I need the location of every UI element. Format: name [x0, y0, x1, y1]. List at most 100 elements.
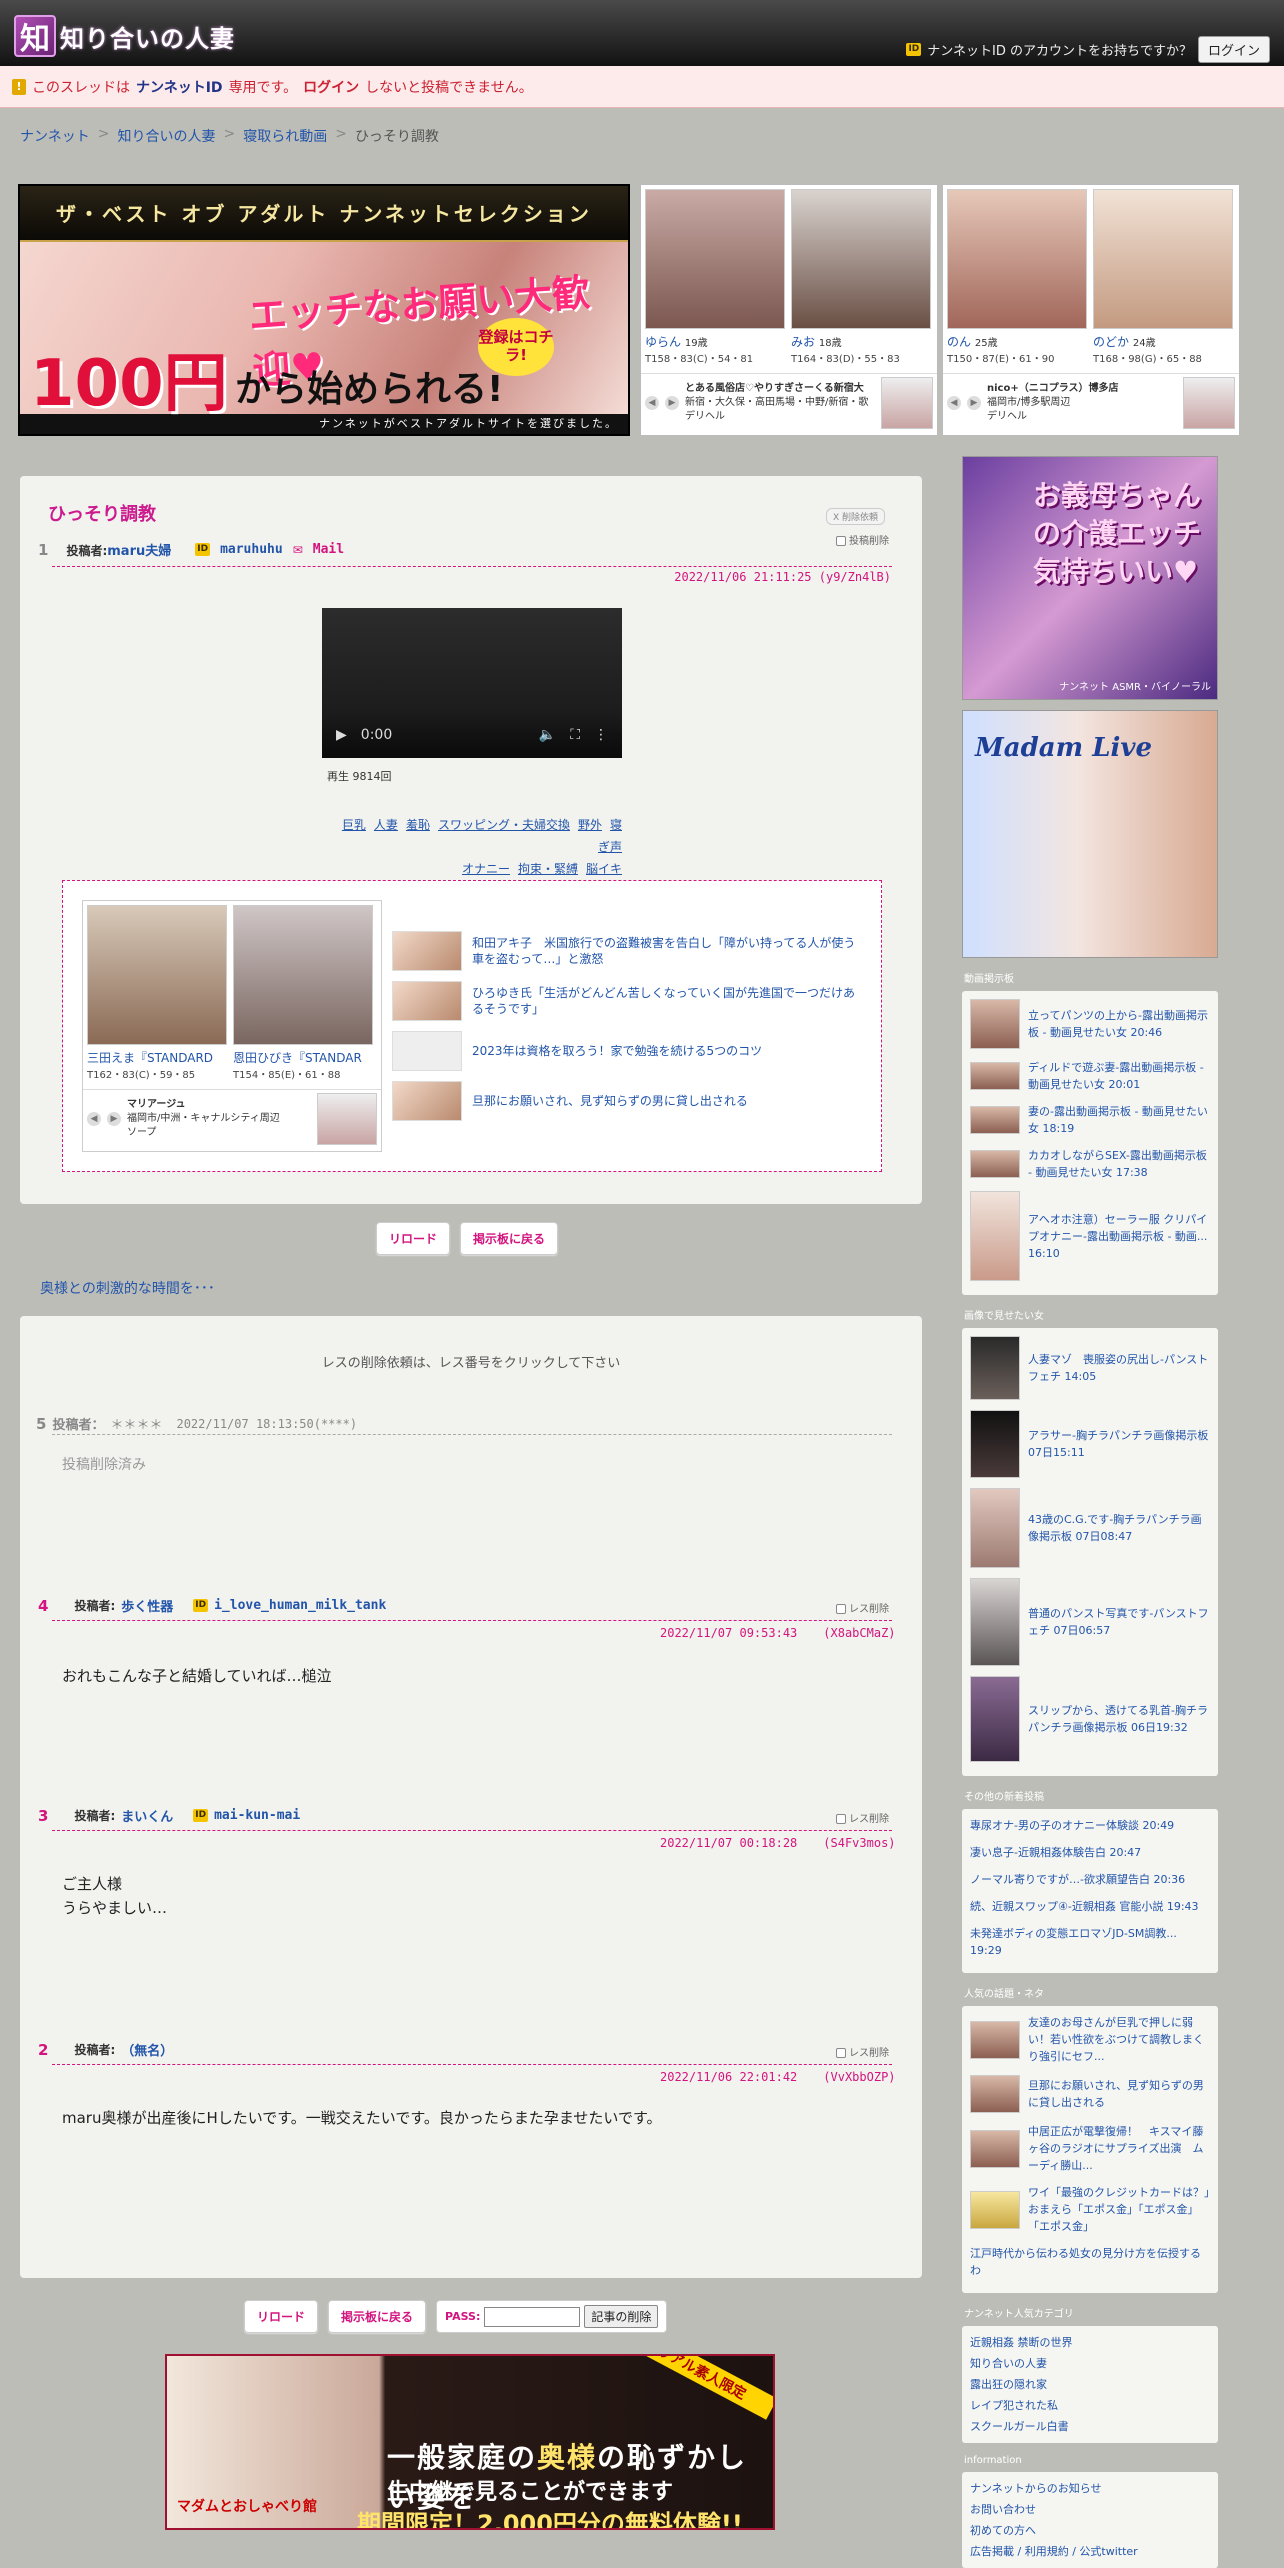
info-link[interactable]: ナンネットからのお知らせ	[970, 2480, 1210, 2497]
fullscreen-icon[interactable]: ⛶	[570, 727, 580, 743]
image-item[interactable]: アラサー-胸チラパンチラ画像掲示板 07日15:11	[970, 1410, 1210, 1478]
shop-info[interactable]: ◀ ▶ nico+（ニコプラス）博多店 福岡市/博多駅周辺 デリヘル	[943, 373, 1239, 431]
notice-login-link[interactable]: ログイン	[303, 77, 359, 97]
author-name[interactable]: 歩く性器	[121, 1596, 173, 1615]
topic-link[interactable]: 江戸時代から伝わる処女の見分け方を伝授するわ	[970, 2245, 1210, 2279]
video-item[interactable]: 立ってパンツの上から-露出動画掲示板 - 動画見せたい女 20:46	[970, 999, 1210, 1049]
reply-number[interactable]: 3	[38, 1807, 48, 1825]
category-link[interactable]: レイプ犯された私	[970, 2397, 1210, 2414]
girl-card[interactable]: ゆらん 19歳 T158・83(C)・54・81	[645, 189, 785, 365]
author-name[interactable]: まいくん	[121, 1806, 173, 1825]
new-post-link[interactable]: 專尿オナ-男の子のオナニー体験談 20:49	[970, 1817, 1210, 1834]
post-number[interactable]: 1	[38, 541, 48, 559]
info-link[interactable]: お問い合わせ	[970, 2501, 1210, 2518]
image-item[interactable]: 普通のパンスト写真です-パンストフェチ 07日06:57	[970, 1578, 1210, 1666]
news-item[interactable]: 和田アキ子 米国旅行での盗難被害を告白し「障がい持ってる人が使う車を盗むって…」…	[392, 928, 862, 974]
category-link[interactable]: スクールガール白書	[970, 2418, 1210, 2435]
info-link[interactable]: 広告掲載 / 利用規約 / 公式twitter	[970, 2543, 1210, 2560]
girl-card[interactable]: 恩田ひびき『STANDAR T154・85(E)・61・88	[233, 905, 373, 1081]
girl-card[interactable]: のどか 24歳 T168・98(G)・65・88	[1093, 189, 1233, 365]
topic-item[interactable]: 旦那にお願いされ、見ず知らずの男に貸し出される	[970, 2075, 1210, 2113]
tag-link[interactable]: 巨乳	[342, 818, 366, 832]
tag-link[interactable]: 脳イキ	[586, 862, 622, 876]
tag-link[interactable]: スワッピング・夫婦交換	[438, 818, 570, 832]
back-to-board-button[interactable]: 掲示板に戻る	[328, 2300, 427, 2333]
mail-link[interactable]: Mail	[313, 542, 344, 557]
image-item[interactable]: 人妻マゾ 喪服姿の尻出し-パンストフェチ 14:05	[970, 1336, 1210, 1400]
author-id[interactable]: maruhuhu	[220, 542, 283, 557]
tag-link[interactable]: 人妻	[374, 818, 398, 832]
reply-delete-checkbox[interactable]: レス削除	[836, 1810, 889, 1825]
shop-ad-inline[interactable]: 三田えま『STANDARD T162・83(C)・59・85 恩田ひびき『STA…	[82, 900, 382, 1152]
new-post-link[interactable]: 未発達ボディの変態エロマゾJD-SM調教... 19:29	[970, 1925, 1210, 1959]
girl-card[interactable]: 三田えま『STANDARD T162・83(C)・59・85	[87, 905, 227, 1081]
prev-arrow-icon[interactable]: ◀	[947, 395, 961, 410]
new-post-link[interactable]: 続、近親スワップ④-近親相姦 官能小説 19:43	[970, 1898, 1210, 1915]
sidebar-banner-asmr[interactable]: お義母ちゃんの介護エッチ気持ちいい♥ ナンネット ASMR・バイノーラル	[962, 456, 1218, 700]
breadcrumb-item[interactable]: 寝取られ動画	[243, 126, 327, 146]
x-share-button[interactable]: X 削除依頼	[826, 508, 886, 525]
girl-card[interactable]: みお 18歳 T164・83(D)・55・83	[791, 189, 931, 365]
promo-link[interactable]: 奥様との刺激的な時間を･･･	[40, 1278, 215, 1298]
new-post-link[interactable]: 凄い息子-近親相姦体験告白 20:47	[970, 1844, 1210, 1861]
pass-input[interactable]	[484, 2306, 581, 2327]
reply-date: 2022/11/07 09:53:43 (X8abCMaZ)	[660, 1626, 896, 1640]
breadcrumb-item[interactable]: ナンネット	[20, 126, 90, 146]
info-link[interactable]: 初めての方へ	[970, 2522, 1210, 2539]
shop-ad-left[interactable]: ゆらん 19歳 T158・83(C)・54・81 みお 18歳 T164・83(…	[640, 184, 938, 436]
video-player[interactable]: ▶ 0:00 🔈 ⛶ ⋮	[322, 608, 622, 758]
next-arrow-icon[interactable]: ▶	[107, 1111, 121, 1126]
author-id[interactable]: i_love_human_milk_tank	[214, 1598, 386, 1613]
play-icon[interactable]: ▶	[336, 727, 347, 743]
video-item[interactable]: 妻の-露出動画掲示板 - 動画見せたい女 18:19	[970, 1103, 1210, 1137]
bottom-ad-banner[interactable]: リアル素人限定 一般家庭の奥様の恥ずかしい姿を 生中継で見ることができます 期間…	[165, 2354, 775, 2530]
tag-link[interactable]: オナニー	[462, 862, 510, 876]
banner-line3: 期間限定！2,000円分の無料体験!!	[357, 2510, 743, 2530]
shop-info[interactable]: ◀ ▶ マリアージュ 福岡市/中洲・キャナルシティ周辺 ソープ	[83, 1089, 381, 1147]
tag-link[interactable]: 野外	[578, 818, 602, 832]
post-delete-checkbox[interactable]: 投稿削除	[836, 532, 889, 547]
news-item[interactable]: 旦那にお願いされ、見ず知らずの男に貸し出される	[392, 1078, 862, 1124]
reply-delete-checkbox[interactable]: レス削除	[836, 2044, 889, 2059]
back-to-board-button[interactable]: 掲示板に戻る	[460, 1222, 559, 1255]
reply-number[interactable]: 4	[38, 1597, 48, 1615]
next-arrow-icon[interactable]: ▶	[665, 395, 679, 410]
new-post-link[interactable]: ノーマル寄りですが…-欲求願望告白 20:36	[970, 1871, 1210, 1888]
shop-ad-right[interactable]: のん 25歳 T150・87(E)・61・90 のどか 24歳 T168・98(…	[942, 184, 1240, 436]
author-name[interactable]: maru夫婦	[107, 544, 171, 559]
category-link[interactable]: 露出狂の隠れ家	[970, 2376, 1210, 2393]
delete-post-button[interactable]: 記事の削除	[584, 2305, 659, 2328]
image-item[interactable]: 43歳のC.G.です-胸チラパンチラ画像掲示板 07日08:47	[970, 1488, 1210, 1568]
video-item[interactable]: カカオしながらSEX-露出動画掲示板 - 動画見せたい女 17:38	[970, 1147, 1210, 1181]
breadcrumb-item[interactable]: 知り合いの人妻	[117, 126, 215, 146]
next-arrow-icon[interactable]: ▶	[967, 395, 981, 410]
image-item[interactable]: スリップから、透けてる乳首-胸チラパンチラ画像掲示板 06日19:32	[970, 1676, 1210, 1762]
sidebar-banner-madamlive[interactable]: Madam Live	[962, 710, 1218, 958]
topic-item[interactable]: 友達のお母さんが巨乳で押しに弱い！若い性欲をぶつけて調教しまくり強引にセフ...	[970, 2014, 1210, 2065]
category-link[interactable]: 知り合いの人妻	[970, 2355, 1210, 2372]
tag-link[interactable]: 拘束・緊縛	[518, 862, 578, 876]
news-item[interactable]: 2023年は資格を取ろう！家で勉強を続ける5つのコツ	[392, 1028, 862, 1074]
author-id[interactable]: mai-kun-mai	[214, 1808, 300, 1823]
category-link[interactable]: 近親相姦 禁断の世界	[970, 2334, 1210, 2351]
volume-icon[interactable]: 🔈	[539, 727, 556, 743]
prev-arrow-icon[interactable]: ◀	[645, 395, 659, 410]
top-ad-banner[interactable]: ザ・ベスト オブ アダルト ナンネットセレクション エッチなお願い大歓迎♥ 10…	[18, 184, 630, 436]
topic-item[interactable]: ワイ「最強のクレジットカードは？」おまえら「エポス金」「エポス金」「エポス金」	[970, 2184, 1210, 2235]
reply-number[interactable]: 2	[38, 2041, 48, 2059]
more-options-icon[interactable]: ⋮	[594, 727, 608, 743]
reply-delete-checkbox[interactable]: レス削除	[836, 1600, 889, 1615]
tag-link[interactable]: 羞恥	[406, 818, 430, 832]
reply-number[interactable]: 5	[36, 1415, 46, 1433]
video-item[interactable]: ディルドで遊ぶ妻-露出動画掲示板 - 動画見せたい女 20:01	[970, 1059, 1210, 1093]
shop-info[interactable]: ◀ ▶ とある風俗店♡やりすぎさーくる新宿大 新宿・大久保・高田馬場・中野/新宿…	[641, 373, 937, 431]
news-item[interactable]: ひろゆき氏「生活がどんどん苦しくなっていく国が先進国で一つだけあるそうです」	[392, 978, 862, 1024]
reload-button[interactable]: リロード	[376, 1222, 451, 1255]
reload-button[interactable]: リロード	[244, 2300, 319, 2333]
site-logo[interactable]: 知 知り合いの人妻	[14, 14, 235, 58]
prev-arrow-icon[interactable]: ◀	[87, 1111, 101, 1126]
video-item[interactable]: アヘオホ注意）セーラー服 クリパイプオナニー-露出動画掲示板 - 動画... 1…	[970, 1191, 1210, 1281]
topic-item[interactable]: 中居正広が電撃復帰！ キスマイ藤ヶ谷のラジオにサプライズ出演 ムーディ勝山...	[970, 2123, 1210, 2174]
girl-card[interactable]: のん 25歳 T150・87(E)・61・90	[947, 189, 1087, 365]
login-button[interactable]: ログイン	[1197, 36, 1270, 63]
